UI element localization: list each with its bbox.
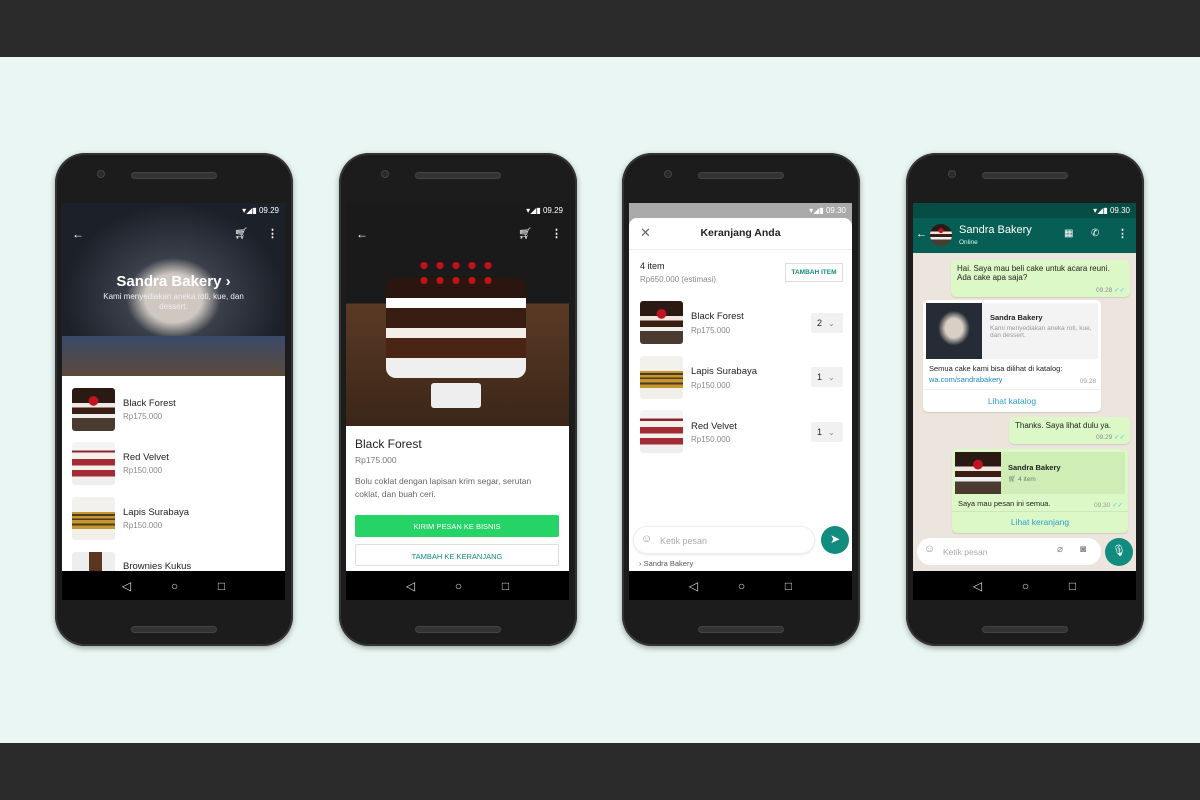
store-icon[interactable]: ▦ (1064, 228, 1073, 239)
product-price: Rp175.000 (355, 455, 397, 465)
more-icon[interactable]: ⋮ (1117, 227, 1128, 240)
nav-recents-icon[interactable]: □ (502, 579, 509, 593)
status-icons: ▾◢▮ (242, 206, 259, 215)
cart-icon[interactable]: 🛒︎ (518, 227, 532, 240)
back-arrow-icon[interactable]: ← (72, 227, 84, 241)
product-description: Bolu coklat dengan lapisan krim segar, s… (355, 476, 532, 499)
cart-title: Keranjang Anda (700, 227, 781, 239)
quantity-select[interactable]: 1 ⌄ (811, 422, 843, 442)
avatar[interactable] (930, 224, 952, 246)
nav-recents-icon[interactable]: □ (1069, 579, 1076, 593)
catalog-link[interactable]: wa.com/sandrabakery (929, 375, 1002, 384)
quantity-select[interactable]: 1 ⌄ (811, 367, 843, 387)
cart-icon[interactable]: 🛒︎ (234, 227, 248, 240)
chat-message-catalog: Sandra Bakery Kami menyediakan aneka rot… (923, 300, 1101, 412)
product-image (346, 203, 569, 426)
message-input[interactable]: ☺ Ketik pesan ⌀ ◙ (917, 538, 1101, 565)
back-arrow-icon[interactable]: ← (916, 228, 927, 240)
nav-bar: ◁ ○ □ (62, 571, 285, 600)
microphone-icon[interactable]: 🎙︎ (1105, 538, 1133, 566)
back-arrow-icon[interactable]: ← (356, 227, 368, 241)
reply-context: › Sandra Bakery (639, 559, 694, 568)
attach-icon[interactable]: ⌀ (1057, 544, 1063, 555)
add-item-button[interactable]: TAMBAH ITEM (785, 263, 843, 282)
chat-message-cart: Sandra Bakery 🛒︎ 4 item Saya mau pesan i… (952, 449, 1128, 533)
speaker (131, 626, 217, 633)
contact-name[interactable]: Sandra Bakery (959, 224, 1032, 236)
add-call-icon[interactable]: ✆ (1091, 228, 1099, 239)
nav-home-icon[interactable]: ○ (1022, 579, 1029, 593)
more-icon[interactable]: ⋮ (551, 227, 562, 240)
nav-back-icon[interactable]: ◁ (689, 579, 698, 593)
message-input[interactable]: ☺ Ketik pesan (633, 526, 815, 554)
speaker (131, 172, 217, 179)
chat-header: ▾◢▮ 09.30 ← Sandra Bakery Online ▦ ✆ ⋮ (913, 203, 1136, 253)
product-name: Black Forest (355, 437, 422, 451)
send-message-button[interactable]: KIRIM PESAN KE BISNIS (355, 515, 559, 537)
catalog-screen: ▾◢▮ 09.29 ← 🛒︎ ⋮ Sandra Bakery › Kami me… (62, 203, 285, 571)
nav-back-icon[interactable]: ◁ (406, 579, 415, 593)
status-time: 09.30 (1109, 206, 1130, 215)
view-catalog-button[interactable]: Lihat katalog (923, 389, 1101, 412)
business-description: Kami menyediakan aneka roti, kue, dan de… (103, 292, 244, 311)
item-count: 4 item (640, 261, 665, 271)
view-cart-button[interactable]: Lihat keranjang (952, 511, 1128, 533)
nav-home-icon[interactable]: ○ (171, 579, 178, 593)
presence-status: Online (959, 239, 978, 246)
status-time: 09.29 (258, 206, 279, 215)
nav-recents-icon[interactable]: □ (785, 579, 792, 593)
cart-total: Rp650.000 (estimasi) (640, 275, 717, 284)
emoji-icon[interactable]: ☺ (924, 543, 935, 555)
camera-icon[interactable]: ◙ (1080, 544, 1086, 555)
add-to-cart-button[interactable]: TAMBAH KE KERANJANG (355, 544, 559, 566)
more-icon[interactable]: ⋮ (267, 227, 278, 240)
status-time: 09.29 (542, 206, 563, 215)
send-icon[interactable]: ➤ (821, 526, 849, 554)
nav-back-icon[interactable]: ◁ (973, 579, 982, 593)
bottom-band (0, 743, 1200, 800)
quantity-select[interactable]: 2 ⌄ (811, 313, 843, 333)
chat-screen: ▾◢▮ 09.30 ← Sandra Bakery Online ▦ ✆ ⋮ H… (913, 203, 1136, 571)
phone-cart: ▾◢▮ 09.30 ✕ Keranjang Anda 4 item Rp650.… (622, 153, 860, 646)
nav-back-icon[interactable]: ◁ (122, 579, 131, 593)
chat-message-outgoing: Hai. Saya mau beli cake untuk acara reun… (951, 260, 1130, 297)
status-time: 09.30 (825, 206, 846, 215)
nav-recents-icon[interactable]: □ (218, 579, 225, 593)
camera (97, 170, 105, 178)
top-band (0, 0, 1200, 57)
phone-catalog: ▾◢▮ 09.29 ← 🛒︎ ⋮ Sandra Bakery › Kami me… (55, 153, 293, 646)
business-name[interactable]: Sandra Bakery › (62, 273, 285, 290)
cart-screen: ▾◢▮ 09.30 ✕ Keranjang Anda 4 item Rp650.… (629, 203, 852, 571)
emoji-icon[interactable]: ☺ (641, 533, 652, 545)
phone-chat: ▾◢▮ 09.30 ← Sandra Bakery Online ▦ ✆ ⋮ H… (906, 153, 1144, 646)
chat-message-outgoing: Thanks. Saya lihat dulu ya. 09.29 ✓✓ (1009, 417, 1130, 444)
nav-home-icon[interactable]: ○ (738, 579, 745, 593)
phone-product: ▾◢▮ 09.29 ← 🛒︎ ⋮ Black Forest Rp175.000 … (339, 153, 577, 646)
nav-home-icon[interactable]: ○ (455, 579, 462, 593)
cart-count: 🛒︎ 4 item (1008, 476, 1036, 483)
product-screen: ▾◢▮ 09.29 ← 🛒︎ ⋮ Black Forest Rp175.000 … (346, 203, 569, 571)
